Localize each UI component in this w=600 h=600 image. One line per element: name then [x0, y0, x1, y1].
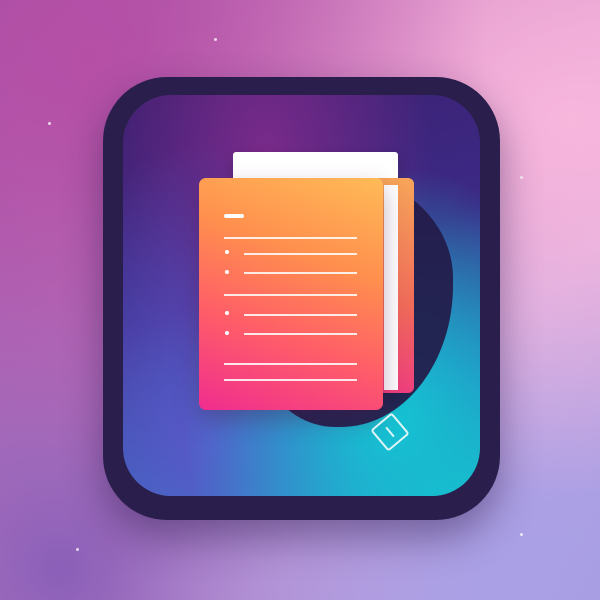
document-title-bar: [224, 214, 244, 218]
sparkle: [520, 533, 523, 536]
sparkle: [520, 176, 523, 179]
document-line: [224, 379, 357, 381]
document-line: [244, 253, 357, 255]
document-line: [224, 363, 357, 365]
bullet-icon: [225, 331, 229, 335]
document-line: [244, 333, 357, 335]
sparkle: [214, 38, 217, 41]
bullet-icon: [225, 270, 229, 274]
document-line: [224, 237, 357, 239]
bullet-icon: [225, 250, 229, 254]
document-line: [224, 294, 357, 296]
sparkle: [76, 548, 79, 551]
bullet-icon: [225, 311, 229, 315]
document-page-edge: [384, 185, 398, 390]
document-line: [244, 314, 357, 316]
sparkle: [48, 122, 51, 125]
document-line: [244, 272, 357, 274]
document-icon: [199, 178, 383, 410]
